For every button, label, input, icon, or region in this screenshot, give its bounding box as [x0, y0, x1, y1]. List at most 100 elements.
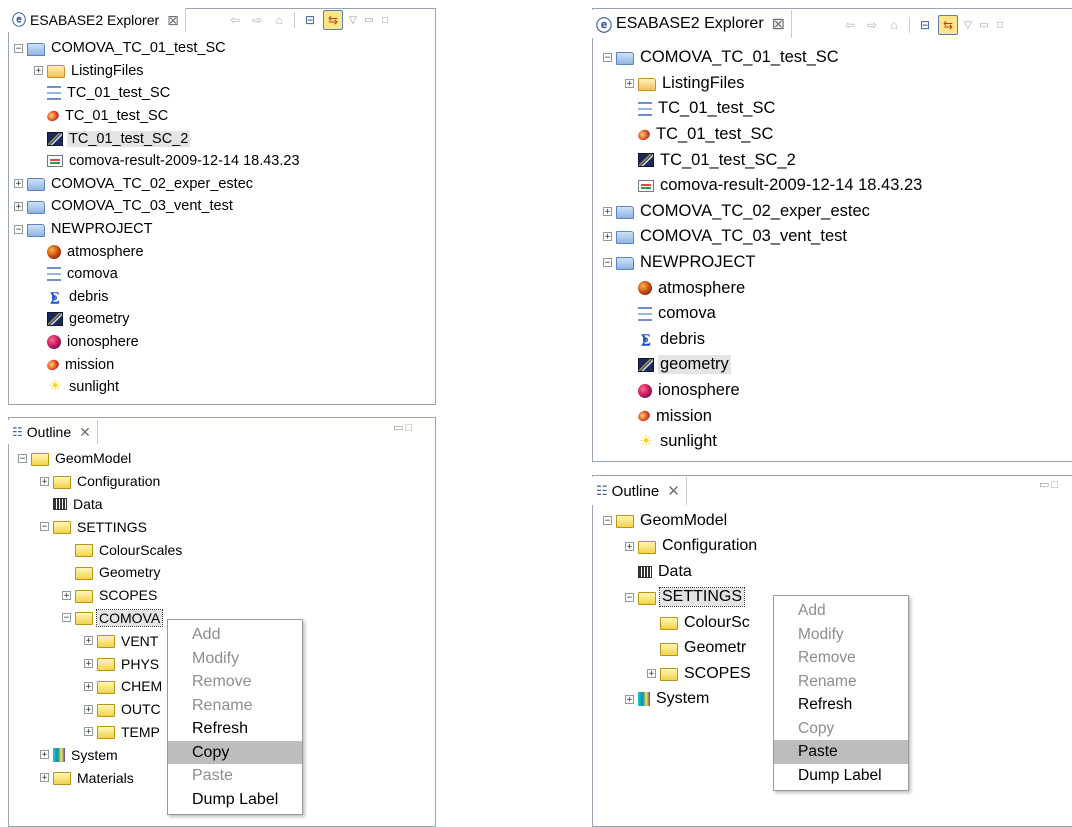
tree-item[interactable]: − GeomModel [18, 447, 133, 470]
menu-item-paste[interactable]: Paste [774, 740, 908, 764]
tree-item[interactable]: − COMOVA_TC_01_test_SC [603, 45, 841, 71]
tree-item[interactable]: TC_01_test_SC [625, 96, 777, 122]
tree-item[interactable]: − GeomModel [603, 508, 729, 534]
tree-item[interactable]: ☀ sunlight [34, 376, 121, 399]
collapse-icon[interactable]: − [14, 224, 23, 234]
tree-item[interactable]: mission [625, 403, 714, 429]
tree-item[interactable]: comova-result-2009-12-14 18.43.23 [625, 173, 924, 199]
minimize-icon[interactable]: ▭ [363, 11, 375, 29]
home-icon[interactable]: ⌂ [270, 11, 288, 29]
forward-icon[interactable]: ⇨ [248, 11, 266, 29]
tree-item[interactable]: − COMOVA [62, 607, 164, 630]
tree-item[interactable]: TC_01_test_SC [625, 122, 775, 148]
tree-item[interactable]: + PHYS [84, 652, 161, 675]
tree-item[interactable]: + SCOPES [62, 584, 159, 607]
expand-icon[interactable]: + [40, 773, 49, 783]
menu-item-paste[interactable]: Paste [168, 764, 302, 788]
maximize-icon[interactable]: □ [1051, 479, 1060, 491]
tree-item[interactable]: ☀ sunlight [625, 429, 719, 455]
collapse-icon[interactable]: − [14, 43, 23, 53]
link-with-editor-icon[interactable]: ⇆ [938, 15, 958, 35]
tree-item[interactable]: geometry [34, 308, 131, 331]
tree-item[interactable]: + SCOPES [647, 661, 753, 687]
tree-item[interactable]: + TEMP [84, 721, 162, 744]
expand-icon[interactable]: + [625, 694, 634, 704]
explorer-tab[interactable]: ⓔ ESABASE2 Explorer ⊠ [8, 8, 186, 32]
link-with-editor-icon[interactable]: ⇆ [323, 10, 343, 30]
tree-item[interactable]: + Configuration [40, 470, 162, 493]
back-icon[interactable]: ⇦ [841, 16, 859, 34]
tree-item[interactable]: − NEWPROJECT [603, 250, 758, 276]
outline-tab[interactable]: ☷ Outline ✕ [592, 477, 687, 505]
close-icon[interactable]: ⊠ [167, 12, 179, 29]
tree-item[interactable]: atmosphere [34, 240, 146, 263]
expand-icon[interactable]: + [647, 669, 656, 679]
tree-item[interactable]: ionosphere [34, 331, 141, 354]
menu-item-remove[interactable]: Remove [774, 646, 908, 670]
tree-item[interactable]: − SETTINGS [40, 515, 149, 538]
tree-item[interactable]: geometry [625, 352, 731, 378]
tree-item[interactable]: comova [625, 301, 718, 327]
expand-icon[interactable]: + [603, 206, 612, 216]
menu-item-add[interactable]: Add [168, 623, 302, 647]
tree-item[interactable]: + COMOVA_TC_03_vent_test [14, 195, 235, 218]
collapse-all-icon[interactable]: ⊟ [916, 16, 934, 34]
tree-item[interactable]: ColourScales [62, 538, 184, 561]
tree-item[interactable]: TC_01_test_SC_2 [34, 127, 191, 150]
expand-icon[interactable]: + [84, 636, 93, 646]
collapse-all-icon[interactable]: ⊟ [301, 11, 319, 29]
tree-item[interactable]: comova-result-2009-12-14 18.43.23 [34, 150, 302, 173]
expand-icon[interactable]: + [40, 476, 49, 486]
menu-item-dump-label[interactable]: Dump Label [168, 788, 302, 812]
collapse-icon[interactable]: − [40, 522, 49, 532]
expand-icon[interactable]: + [84, 659, 93, 669]
menu-item-modify[interactable]: Modify [168, 647, 302, 671]
tree-item[interactable]: mission [34, 353, 116, 376]
tree-item[interactable]: − COMOVA_TC_01_test_SC [14, 37, 228, 60]
view-menu-icon[interactable]: ▽ [347, 11, 359, 29]
forward-icon[interactable]: ⇨ [863, 16, 881, 34]
collapse-icon[interactable]: − [18, 453, 27, 463]
tree-item[interactable]: + CHEM [84, 675, 164, 698]
expand-icon[interactable]: + [603, 232, 612, 242]
tree-item[interactable]: Geometr [647, 636, 748, 662]
tree-item[interactable]: − NEWPROJECT [14, 218, 155, 241]
tree-item[interactable]: + COMOVA_TC_03_vent_test [603, 224, 849, 250]
collapse-icon[interactable]: − [603, 258, 612, 268]
expand-icon[interactable]: + [625, 541, 634, 551]
tree-item[interactable]: − SETTINGS [625, 585, 746, 611]
tree-item[interactable]: ionosphere [625, 378, 742, 404]
collapse-icon[interactable]: − [603, 516, 612, 526]
tree-item[interactable]: + ListingFiles [625, 71, 747, 97]
tree-item[interactable]: + COMOVA_TC_02_exper_estec [603, 199, 872, 225]
tree-item[interactable]: comova [34, 263, 120, 286]
expand-icon[interactable]: + [84, 727, 93, 737]
collapse-icon[interactable]: − [625, 592, 634, 602]
tree-item[interactable]: atmosphere [625, 275, 747, 301]
explorer-tab[interactable]: ⓔ ESABASE2 Explorer ⊠ [592, 10, 793, 38]
home-icon[interactable]: ⌂ [885, 16, 903, 34]
tree-item[interactable]: + ListingFiles [34, 60, 146, 83]
tree-item[interactable]: ColourSc [647, 610, 752, 636]
tree-item[interactable]: Data [40, 493, 105, 516]
tree-item[interactable]: + Configuration [625, 534, 759, 560]
tree-item[interactable]: TC_01_test_SC_2 [625, 147, 798, 173]
menu-item-modify[interactable]: Modify [774, 623, 908, 647]
maximize-icon[interactable]: □ [405, 422, 414, 434]
expand-icon[interactable]: + [14, 179, 23, 189]
menu-item-rename[interactable]: Rename [774, 670, 908, 694]
menu-item-add[interactable]: Add [774, 599, 908, 623]
expand-icon[interactable]: + [84, 681, 93, 691]
maximize-icon[interactable]: □ [379, 11, 391, 29]
tree-item[interactable]: Data [625, 559, 694, 585]
back-icon[interactable]: ⇦ [226, 11, 244, 29]
tree-item[interactable]: TC_01_test_SC [34, 105, 170, 128]
expand-icon[interactable]: + [625, 78, 634, 88]
tree-item[interactable]: ⨊ debris [34, 286, 111, 309]
tree-item[interactable]: TC_01_test_SC [34, 82, 172, 105]
expand-icon[interactable]: + [62, 590, 71, 600]
menu-item-copy[interactable]: Copy [168, 740, 302, 764]
close-icon[interactable]: ✕ [667, 482, 680, 500]
minimize-icon[interactable]: ▭ [393, 422, 405, 434]
tree-item[interactable]: ⨊ debris [625, 327, 707, 353]
